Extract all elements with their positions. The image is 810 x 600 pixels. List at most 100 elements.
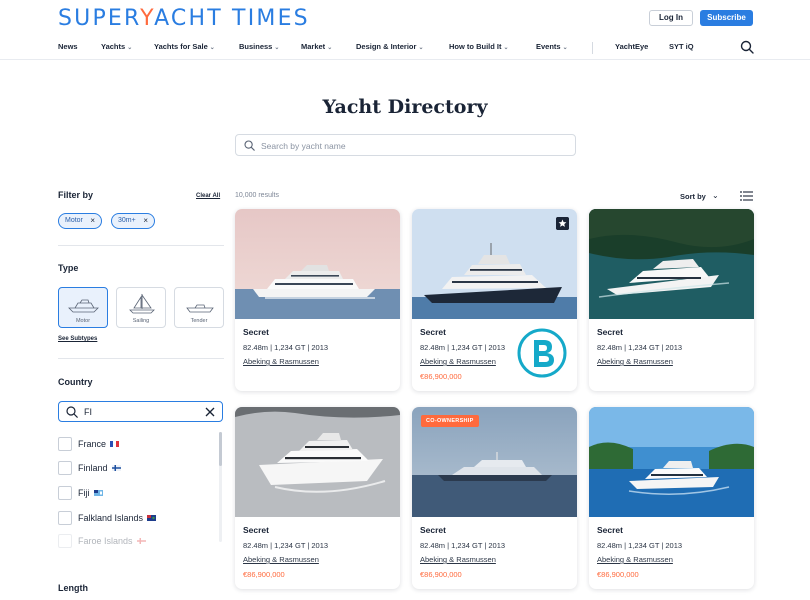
country-label: Fiji — [78, 488, 90, 498]
co-ownership-badge: CO-OWNERSHIP — [421, 415, 479, 427]
clear-all-link[interactable]: Clear All — [196, 193, 220, 199]
yacht-specs: 82.48m | 1,234 GT | 2013 — [243, 343, 329, 352]
type-option-motor[interactable]: Motor — [58, 287, 108, 328]
yacht-photo — [412, 209, 577, 319]
nav-item-market[interactable]: Market ⌄ — [301, 42, 332, 51]
country-option-finland[interactable]: Finland — [58, 460, 121, 476]
chevron-down-icon: ⌄ — [327, 45, 333, 51]
logo-text-start: SUPER — [58, 6, 141, 31]
yacht-card[interactable]: Secret 82.48m | 1,234 GT | 2013 Abeking … — [235, 209, 400, 391]
star-icon[interactable] — [556, 217, 569, 230]
broker-logo — [517, 328, 567, 378]
site-header: SUPERYACHT TIMES Log In Subscribe News Y… — [0, 0, 810, 60]
chevron-down-icon: ⌄ — [503, 45, 509, 51]
yacht-search-input[interactable]: Search by yacht name — [235, 134, 576, 156]
country-heading: Country — [58, 377, 93, 387]
chevron-down-icon: ⌄ — [209, 45, 215, 51]
chevron-down-icon[interactable]: ⌄ — [712, 191, 719, 200]
yacht-name: Secret — [243, 327, 269, 337]
faroe-islands-flag-icon — [136, 538, 146, 544]
yacht-specs: 82.48m | 1,234 GT | 2013 — [243, 541, 329, 550]
checkbox[interactable] — [58, 511, 72, 525]
logo-text-accent: Y — [140, 6, 155, 31]
yacht-price: €86,900,000 — [243, 570, 285, 579]
type-option-sailing[interactable]: Sailing — [116, 287, 166, 328]
type-label: Tender — [190, 318, 208, 324]
filter-heading: Filter by — [58, 190, 94, 200]
nav-item-design-interior[interactable]: Design & Interior ⌄ — [356, 42, 423, 51]
nav-item-news[interactable]: News — [58, 42, 78, 51]
chip-label: Motor — [65, 217, 83, 224]
country-label: Finland — [78, 463, 108, 473]
yacht-photo — [235, 407, 400, 517]
length-heading: Length — [58, 583, 88, 593]
type-option-tender[interactable]: Tender — [174, 287, 224, 328]
nav-item-yachteye[interactable]: YachtEye — [615, 42, 648, 51]
yacht-card[interactable]: Secret 82.48m | 1,234 GT | 2013 Abeking … — [589, 209, 754, 391]
yacht-builder-link[interactable]: Abeking & Rasmussen — [597, 555, 673, 564]
yacht-builder-link[interactable]: Abeking & Rasmussen — [597, 357, 673, 366]
country-option-fiji[interactable]: Fiji — [58, 485, 103, 501]
nav-item-events[interactable]: Events ⌄ — [536, 42, 568, 51]
chip-label: 30m+ — [118, 217, 136, 224]
yacht-photo — [235, 209, 400, 319]
country-label: Falkland Islands — [78, 513, 144, 523]
close-icon[interactable]: × — [143, 214, 148, 228]
country-option-faroe-islands[interactable]: Faroe Islands — [58, 533, 146, 549]
nav-item-how-to-build-it[interactable]: How to Build It ⌄ — [449, 42, 509, 51]
subscribe-button[interactable]: Subscribe — [700, 10, 753, 26]
motor-yacht-icon — [68, 299, 99, 313]
chevron-down-icon: ⌄ — [418, 45, 424, 51]
yacht-builder-link[interactable]: Abeking & Rasmussen — [420, 357, 496, 366]
country-list-scroll-thumb[interactable] — [219, 432, 222, 466]
yacht-builder-link[interactable]: Abeking & Rasmussen — [420, 555, 496, 564]
results-count: 10,000 results — [235, 192, 279, 199]
checkbox[interactable] — [58, 486, 72, 500]
yacht-name: Secret — [597, 525, 623, 535]
nav-item-syt-iq[interactable]: SYT iQ — [669, 42, 694, 51]
yacht-card[interactable]: Secret 82.48m | 1,234 GT | 2013 Abeking … — [412, 209, 577, 391]
filter-chip-30m[interactable]: 30m+ × — [111, 213, 155, 229]
country-search-value: FI — [84, 407, 92, 417]
search-placeholder: Search by yacht name — [261, 141, 346, 151]
search-icon — [244, 140, 255, 151]
sailboat-icon — [129, 293, 155, 314]
filter-chip-motor[interactable]: Motor × — [58, 213, 102, 229]
checkbox[interactable] — [58, 461, 72, 475]
yacht-photo — [589, 209, 754, 319]
yacht-card[interactable]: Secret 82.48m | 1,234 GT | 2013 Abeking … — [589, 407, 754, 589]
country-list: France Finland Fiji Falkland Islands Far… — [58, 432, 224, 550]
country-option-falkland-islands[interactable]: Falkland Islands — [58, 510, 157, 526]
nav-item-yachts[interactable]: Yachts ⌄ — [101, 42, 132, 51]
yacht-name: Secret — [420, 525, 446, 535]
yacht-card[interactable]: Secret 82.48m | 1,234 GT | 2013 Abeking … — [235, 407, 400, 589]
close-icon[interactable]: × — [90, 214, 95, 228]
chevron-down-icon: ⌄ — [274, 45, 280, 51]
login-button[interactable]: Log In — [649, 10, 693, 26]
nav-item-business[interactable]: Business ⌄ — [239, 42, 279, 51]
fiji-flag-icon — [93, 490, 103, 496]
divider — [58, 245, 224, 246]
sort-by-dropdown[interactable]: Sort by — [680, 192, 706, 201]
yacht-name: Secret — [420, 327, 446, 337]
checkbox[interactable] — [58, 534, 72, 548]
nav-item-yachts-for-sale[interactable]: Yachts for Sale ⌄ — [154, 42, 215, 51]
yacht-builder-link[interactable]: Abeking & Rasmussen — [243, 555, 319, 564]
yacht-specs: 82.48m | 1,234 GT | 2013 — [420, 541, 506, 550]
close-icon[interactable] — [204, 406, 216, 418]
yacht-name: Secret — [597, 327, 623, 337]
site-logo[interactable]: SUPERYACHT TIMES — [58, 6, 310, 31]
type-label: Motor — [75, 318, 91, 324]
country-label: Faroe Islands — [78, 536, 133, 546]
yacht-card[interactable]: CO-OWNERSHIP Secret 82.48m | 1,234 GT | … — [412, 407, 577, 589]
tender-boat-icon — [186, 304, 214, 313]
country-search-input[interactable]: FI — [58, 401, 223, 422]
yacht-builder-link[interactable]: Abeking & Rasmussen — [243, 357, 319, 366]
see-subtypes-link[interactable]: See Subtypes — [58, 336, 97, 342]
search-icon[interactable] — [740, 40, 754, 54]
list-view-icon[interactable] — [740, 191, 753, 201]
type-heading: Type — [58, 263, 79, 273]
chevron-down-icon: ⌄ — [127, 45, 133, 51]
country-option-france[interactable]: France — [58, 436, 120, 452]
checkbox[interactable] — [58, 437, 72, 451]
